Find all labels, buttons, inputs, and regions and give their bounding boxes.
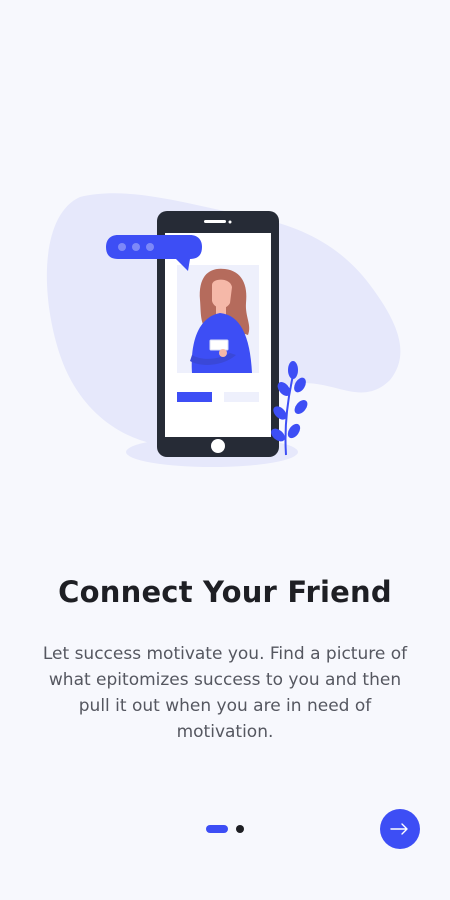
woman-hand bbox=[219, 349, 227, 357]
woman-face bbox=[212, 279, 232, 309]
plant-leaf bbox=[287, 423, 301, 439]
woman-tablet bbox=[209, 339, 229, 351]
phone-speaker bbox=[204, 220, 226, 223]
arrow-right-icon bbox=[390, 823, 408, 835]
plant-leaf bbox=[288, 361, 298, 379]
onboarding-illustration bbox=[40, 185, 420, 485]
page-dot[interactable] bbox=[236, 825, 244, 833]
page-indicator bbox=[206, 825, 244, 833]
screen-bar-secondary bbox=[224, 392, 259, 402]
chat-dot bbox=[132, 243, 140, 251]
phone-chat-illustration bbox=[46, 193, 401, 467]
phone-camera bbox=[228, 220, 232, 224]
chat-dot bbox=[146, 243, 154, 251]
onboarding-title: Connect Your Friend bbox=[58, 575, 392, 609]
next-button[interactable] bbox=[380, 809, 420, 849]
screen-bar-primary bbox=[177, 392, 212, 402]
onboarding-description: Let success motivate you. Find a picture… bbox=[42, 644, 408, 742]
phone-home-button bbox=[211, 439, 225, 453]
chat-dot bbox=[118, 243, 126, 251]
plant-leaf bbox=[294, 400, 308, 414]
page-dot-active[interactable] bbox=[206, 825, 228, 833]
